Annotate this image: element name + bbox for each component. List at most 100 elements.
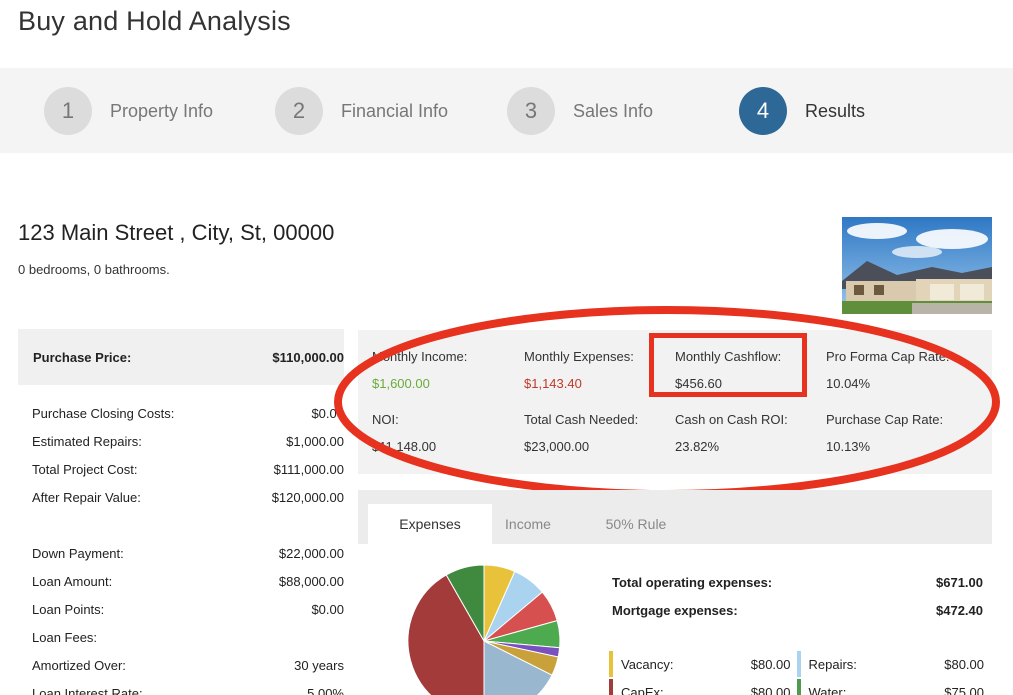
- step-label: Sales Info: [573, 100, 654, 121]
- legend-label: Water:: [808, 684, 847, 695]
- metric-value: $11,148.00: [372, 439, 437, 454]
- step-number: 1: [44, 87, 92, 135]
- legend-value: $80.00: [944, 656, 984, 672]
- row-label: Amortized Over:: [32, 657, 126, 673]
- row-label: After Repair Value:: [32, 489, 141, 505]
- step-financial-info[interactable]: 2 Financial Info: [275, 87, 448, 135]
- purchase-price-row: Purchase Price: $110,000.00: [18, 329, 344, 385]
- cost-group: Purchase Closing Costs: $0.00 Estimated R…: [18, 399, 344, 511]
- monthly-expenses-metric: Monthly Expenses: $1,143.40: [524, 349, 634, 391]
- summary-row: Amortized Over: 30 years: [18, 651, 344, 679]
- purchase-price-value: $110,000.00: [272, 349, 344, 365]
- legend-value: $80.00: [750, 684, 791, 695]
- row-label: Down Payment:: [32, 545, 124, 561]
- step-number: 4: [739, 87, 787, 135]
- purchase-price-label: Purchase Price:: [33, 349, 132, 365]
- expense-legend: Vacancy: $80.00 Repairs: $80.00 CapEx: $…: [609, 650, 984, 695]
- legend-item: Vacancy: $80.00: [609, 650, 797, 678]
- summary-row: Loan Points: $0.00: [18, 595, 344, 623]
- row-value: $0.00: [311, 601, 344, 617]
- pro-forma-cap-rate-metric: Pro Forma Cap Rate: 10.04%: [826, 349, 950, 391]
- legend-label: CapEx:: [621, 684, 664, 695]
- cashflow-highlight-box: [649, 333, 807, 397]
- total-operating-value: $671.00: [936, 574, 983, 590]
- summary-row: Purchase Closing Costs: $0.00: [18, 399, 344, 427]
- total-cash-needed-metric: Total Cash Needed: $23,000.00: [524, 412, 638, 454]
- step-results[interactable]: 4 Results: [739, 87, 865, 135]
- summary-row: After Repair Value: $120,000.00: [18, 483, 344, 511]
- row-value: 30 years: [294, 657, 344, 673]
- step-property-info[interactable]: 1 Property Info: [44, 87, 213, 135]
- metric-label: Total Cash Needed:: [524, 412, 639, 427]
- monthly-income-metric: Monthly Income: $1,600.00: [372, 349, 467, 391]
- legend-swatch: [609, 679, 613, 695]
- expense-totals: Total operating expenses: $671.00 Mortga…: [612, 568, 983, 624]
- tab-expenses[interactable]: Expenses: [368, 504, 492, 544]
- property-rooms: 0 bedrooms, 0 bathrooms.: [18, 262, 170, 277]
- step-number: 2: [275, 87, 323, 135]
- metric-value: $1,143.40: [524, 376, 582, 391]
- row-label: Loan Amount:: [32, 573, 113, 589]
- row-value: $111,000.00: [273, 461, 344, 477]
- summary-row: Total Project Cost: $111,000.00: [18, 455, 344, 483]
- cash-on-cash-roi-metric: Cash on Cash ROI: 23.82%: [675, 412, 788, 454]
- total-operating-row: Total operating expenses: $671.00: [612, 568, 983, 596]
- mortgage-expenses-value: $472.40: [936, 602, 983, 618]
- legend-item: CapEx: $80.00: [609, 678, 797, 695]
- legend-swatch: [796, 679, 801, 695]
- metric-value: 10.04%: [826, 376, 871, 391]
- property-address: 123 Main Street , City, St, 00000: [18, 220, 335, 245]
- mortgage-expenses-row: Mortgage expenses: $472.40: [612, 596, 983, 624]
- page-title: Buy and Hold Analysis: [18, 6, 291, 36]
- step-sales-info[interactable]: 3 Sales Info: [507, 87, 653, 135]
- financial-summary: Purchase Price: $110,000.00 Purchase Clo…: [18, 329, 344, 695]
- step-label: Results: [805, 100, 866, 121]
- purchase-cap-rate-metric: Purchase Cap Rate: 10.13%: [826, 412, 943, 454]
- step-number: 3: [507, 87, 555, 135]
- row-value: $1,000.00: [286, 433, 344, 449]
- metric-label: Monthly Expenses:: [524, 349, 634, 364]
- metric-value: $23,000.00: [524, 439, 590, 454]
- summary-row: Loan Interest Rate: 5.00%: [18, 679, 344, 695]
- summary-row: Loan Amount: $88,000.00: [18, 567, 344, 595]
- total-operating-label: Total operating expenses:: [612, 574, 773, 590]
- legend-swatch: [609, 651, 613, 677]
- step-label: Financial Info: [341, 100, 449, 121]
- row-value: $0.00: [311, 405, 344, 421]
- summary-row: Down Payment: $22,000.00: [18, 539, 344, 567]
- legend-value: $75.00: [944, 684, 984, 695]
- metric-label: Monthly Income:: [372, 349, 468, 364]
- loan-group: Down Payment: $22,000.00 Loan Amount: $88,…: [18, 539, 344, 695]
- legend-label: Vacancy:: [621, 656, 674, 672]
- tab-income[interactable]: Income: [476, 504, 580, 544]
- tab-50-percent-rule[interactable]: 50% Rule: [586, 504, 686, 544]
- legend-label: Repairs:: [808, 656, 857, 672]
- summary-row: Estimated Repairs: $1,000.00: [18, 427, 344, 455]
- summary-row: Loan Fees:: [18, 623, 344, 651]
- metric-value: 23.82%: [675, 439, 720, 454]
- row-value: $120,000.00: [271, 489, 344, 505]
- row-label: Loan Points:: [32, 601, 105, 617]
- property-photo: [842, 217, 992, 314]
- step-label: Property Info: [110, 100, 214, 121]
- metric-value: $1,600.00: [372, 376, 430, 391]
- row-value: $88,000.00: [278, 573, 344, 589]
- row-label: Loan Interest Rate:: [32, 685, 143, 695]
- legend-row: Vacancy: $80.00 Repairs: $80.00: [609, 650, 984, 678]
- legend-item: Repairs: $80.00: [796, 650, 984, 678]
- legend-item: Water: $75.00: [796, 678, 984, 695]
- noi-metric: NOI: $11,148.00: [372, 412, 436, 454]
- legend-swatch: [796, 651, 801, 677]
- legend-value: $80.00: [750, 656, 791, 672]
- metric-label: NOI:: [372, 412, 399, 427]
- row-label: Total Project Cost:: [32, 461, 138, 477]
- metric-label: Pro Forma Cap Rate:: [826, 349, 950, 364]
- metric-value: 10.13%: [826, 439, 871, 454]
- expenses-pie-chart: [408, 565, 560, 695]
- row-value: $22,000.00: [278, 545, 344, 561]
- breakdown-tabs: Expenses Income 50% Rule: [358, 490, 992, 544]
- row-label: Purchase Closing Costs:: [32, 405, 175, 421]
- mortgage-expenses-label: Mortgage expenses:: [612, 602, 738, 618]
- row-value: 5.00%: [307, 685, 344, 695]
- row-label: Loan Fees:: [32, 629, 98, 645]
